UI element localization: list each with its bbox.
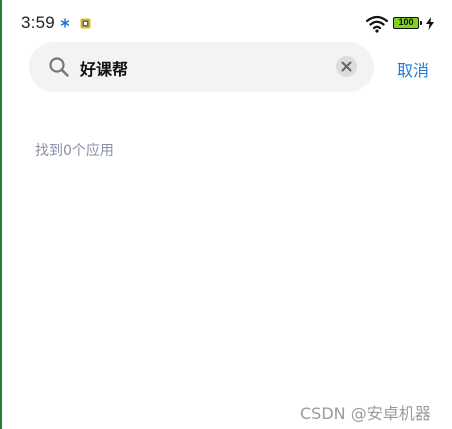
search-input[interactable]: 好课帮	[80, 56, 128, 80]
status-bar: 3:59 100	[0, 0, 452, 46]
clear-icon	[341, 61, 352, 72]
watermark: CSDN @安卓机器	[300, 404, 431, 423]
status-time: 3:59	[21, 13, 55, 32]
search-icon	[49, 57, 69, 77]
battery-icon: 100	[393, 17, 422, 29]
app-notification-icon	[80, 18, 91, 29]
charging-bolt-icon	[426, 17, 434, 30]
snowflake-notification-icon	[60, 18, 70, 28]
clear-search-button[interactable]	[336, 56, 357, 77]
wifi-icon	[366, 15, 388, 33]
result-count-text: 找到0个应用	[35, 143, 114, 159]
cancel-button[interactable]: 取消	[397, 57, 429, 81]
battery-level: 100	[398, 17, 414, 27]
left-edge-divider	[0, 0, 2, 429]
